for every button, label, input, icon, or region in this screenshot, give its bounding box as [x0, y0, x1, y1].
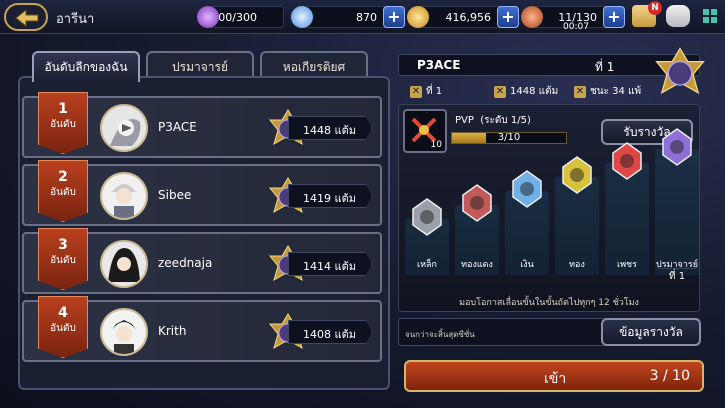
pvp-progress-label: 3/10: [497, 132, 521, 143]
tier-column: ทองแดง: [455, 184, 499, 275]
enter-label: เข้า: [544, 371, 567, 387]
grandmaster-emblem-icon: [655, 47, 705, 95]
tier-emblem-icon: [662, 128, 692, 166]
crystal-display: 870 +: [291, 6, 405, 28]
tier-rank: ที่ 1: [657, 268, 697, 284]
top-bar: อารีนา 200/300 870 + 416,956 + 11/130 + …: [0, 0, 725, 34]
stat-rank: ✕ ที่ 1: [410, 86, 443, 98]
back-button[interactable]: [4, 3, 48, 31]
tab-my-league[interactable]: อันดับลีกของฉัน: [32, 51, 140, 82]
refill-timer: 00:07: [563, 22, 589, 32]
pvp-title: PVP (ระดับ 1/5): [455, 115, 531, 126]
add-ticket-button[interactable]: +: [603, 6, 625, 28]
tier-column: ปรมาจารย์: [655, 128, 699, 275]
avatar[interactable]: [100, 308, 148, 356]
player-score: 1414 แต้ม: [288, 252, 372, 276]
crystal-value: 870: [356, 11, 377, 24]
avatar[interactable]: [100, 172, 148, 220]
tier-label: เหล็ก: [417, 260, 437, 270]
gold-value: 416,956: [445, 11, 492, 24]
player-name: Sibee: [158, 188, 192, 202]
season-info-bar: จนกว่าจะสิ้นสุดซีซั่น ข้อมูลรางวัล: [398, 318, 701, 346]
tier-column: เหล็ก: [405, 198, 449, 275]
rank-banner: 3 อันดับ: [38, 228, 88, 290]
tier-column: ทอง: [555, 156, 599, 275]
rank-banner: 4 อันดับ: [38, 296, 88, 358]
tier-emblem-icon: [562, 156, 592, 194]
rank-label: อันดับ: [50, 323, 76, 334]
player-score: 1419 แต้ม: [288, 184, 372, 208]
swords-icon: ✕: [410, 86, 422, 98]
rank-number: 1: [58, 101, 68, 117]
tier-emblem-icon: [512, 170, 542, 208]
potion-icon: [197, 6, 219, 28]
tier-label: ทอง: [569, 260, 585, 270]
add-crystal-button[interactable]: +: [383, 6, 405, 28]
arrow-left-icon: [15, 8, 39, 28]
pvp-progress-bar: 3/10: [451, 132, 567, 144]
rank-number: 3: [58, 237, 68, 253]
leaderboard-row[interactable]: 1 อันดับ P3ACE 1448 แต้ม: [22, 92, 382, 158]
tier-emblem-icon: [612, 142, 642, 180]
tier-column: เพชร: [605, 142, 649, 275]
chat-button[interactable]: [666, 5, 690, 27]
stat-points: ✕ 1448 แต้ม: [494, 86, 559, 98]
gold-coin-icon: [407, 6, 429, 28]
rank-number: 4: [58, 305, 68, 321]
pvp-level-number: 10: [430, 140, 442, 150]
player-name: zeednaja: [158, 256, 213, 270]
meat-icon: [521, 6, 543, 28]
page-title: อารีนา: [56, 12, 95, 27]
tier-column: เงิน: [505, 170, 549, 275]
player-score: 1448 แต้ม: [288, 116, 372, 140]
leaderboard-row[interactable]: 3 อันดับ zeednaja 1414 แต้ม: [22, 228, 382, 294]
player-name: P3ACE: [158, 120, 197, 134]
rank-label: อันดับ: [50, 119, 76, 130]
swords-icon: ✕: [494, 86, 506, 98]
avatar[interactable]: [100, 240, 148, 288]
enter-count: 3 / 10: [649, 368, 690, 384]
rank-banner: 2 อันดับ: [38, 160, 88, 222]
add-gold-button[interactable]: +: [497, 6, 519, 28]
tier-label: เงิน: [520, 260, 534, 270]
tier-label: เพชร: [617, 260, 637, 270]
season-hint: จนกว่าจะสิ้นสุดซีซั่น: [405, 330, 475, 339]
leaderboard-row[interactable]: 2 อันดับ Sibee 1419 แต้ม: [22, 160, 382, 226]
tier-label: ทองแดง: [461, 260, 493, 270]
rank-number: 2: [58, 169, 68, 185]
rank-label: อันดับ: [50, 187, 76, 198]
swords-icon: ✕: [574, 86, 586, 98]
menu-button[interactable]: [700, 5, 720, 27]
grid-menu-icon: [703, 9, 717, 23]
player-score: 1408 แต้ม: [288, 320, 372, 344]
stat-record: ✕ ชนะ 34 แพ้: [574, 86, 642, 98]
player-name: P3ACE: [417, 58, 461, 72]
tier-emblem-icon: [412, 198, 442, 236]
avatar[interactable]: [100, 104, 148, 152]
player-rank: ที่ 1: [595, 60, 615, 74]
enter-button[interactable]: เข้า 3 / 10: [404, 360, 704, 392]
promotion-notice: มอบโอกาสเลื่อนขั้นในขั้นถัดไปทุกๆ 12 ชั่…: [459, 298, 639, 308]
gold-display: 416,956 +: [407, 6, 519, 28]
rank-label: อันดับ: [50, 255, 76, 266]
crystal-icon: [291, 6, 313, 28]
mail-button[interactable]: N: [632, 1, 662, 27]
stamina-display: 200/300: [197, 6, 284, 28]
new-badge: N: [648, 1, 662, 15]
reward-info-button[interactable]: ข้อมูลรางวัล: [601, 318, 701, 346]
pvp-panel: 10 PVP (ระดับ 1/5) 3/10 รับรางวัล เหล็กท…: [398, 104, 700, 312]
player-name: Krith: [158, 324, 187, 338]
tier-emblem-icon: [462, 184, 492, 222]
rank-banner: 1 อันดับ: [38, 92, 88, 154]
pvp-badge: 10: [403, 109, 447, 153]
leaderboard-row[interactable]: 4 อันดับ Krith 1408 แต้ม: [22, 296, 382, 362]
